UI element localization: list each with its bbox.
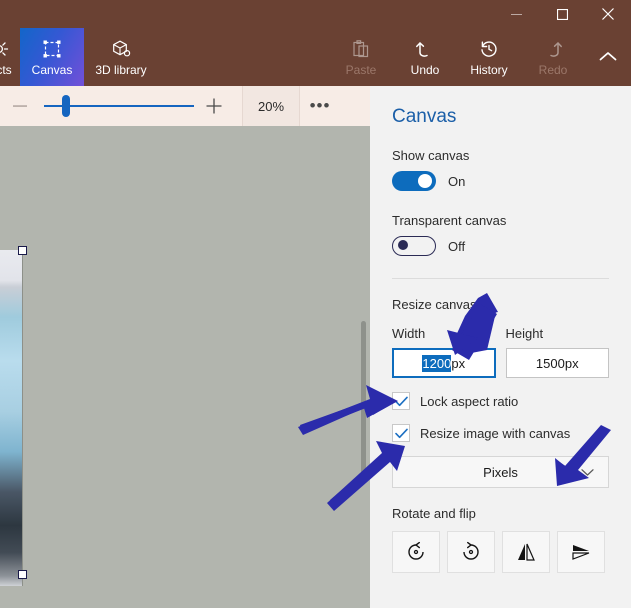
- vertical-scrollbar[interactable]: [361, 321, 366, 481]
- title-bar: [0, 0, 631, 28]
- rotate-and-flip-buttons: [392, 531, 609, 573]
- check-icon: [394, 396, 408, 406]
- zoom-toolbar: 20% •••: [0, 86, 370, 126]
- dimension-row: Width 1200 px Height 1500 px: [392, 326, 609, 378]
- close-button[interactable]: [585, 0, 631, 28]
- minus-icon: [13, 105, 27, 107]
- height-label: Height: [505, 326, 544, 341]
- plus-icon: [206, 98, 222, 114]
- height-input[interactable]: 1500 px: [505, 348, 609, 378]
- width-unit: px: [451, 355, 466, 371]
- minimize-icon: [510, 13, 522, 15]
- ribbon-item-canvas-label: Canvas: [31, 62, 73, 77]
- width-column: Width 1200 px: [392, 326, 496, 378]
- width-value: 1200: [422, 354, 452, 372]
- canvas-settings-panel: Canvas Show canvas On Transparent canvas…: [370, 86, 631, 608]
- canvas-icon: [42, 38, 62, 60]
- resize-canvas-label: Resize canvas: [392, 297, 477, 312]
- ribbon-item-paste[interactable]: Paste: [329, 28, 393, 86]
- lock-aspect-ratio-label: Lock aspect ratio: [420, 393, 519, 409]
- flip-horizontal-button[interactable]: [502, 531, 550, 573]
- selection-handle-bottom[interactable]: [18, 570, 27, 579]
- zoom-more-button[interactable]: •••: [300, 86, 340, 126]
- show-canvas-toggle[interactable]: [392, 171, 436, 191]
- window-controls: [493, 0, 631, 28]
- height-unit: px: [564, 355, 579, 371]
- canvas-selection-border: [22, 250, 23, 586]
- panel-title: Canvas: [392, 106, 457, 127]
- ribbon-item-history[interactable]: History: [457, 28, 521, 86]
- zoom-out-button[interactable]: [0, 86, 40, 126]
- transparent-canvas-state: Off: [448, 238, 466, 254]
- resize-image-with-canvas-row[interactable]: Resize image with canvas: [392, 424, 609, 442]
- toggle-knob: [418, 174, 432, 188]
- width-input[interactable]: 1200 px: [392, 348, 496, 378]
- show-canvas-state: On: [448, 173, 466, 189]
- rotate-right-icon: [463, 541, 479, 560]
- resize-image-with-canvas-label: Resize image with canvas: [420, 425, 571, 441]
- chevron-up-icon: [599, 52, 617, 61]
- ribbon-toolbar: fects Canvas: [0, 28, 631, 86]
- flip-horizontal-icon: [518, 543, 535, 561]
- lock-aspect-ratio-row[interactable]: Lock aspect ratio: [392, 392, 609, 410]
- undo-icon: [415, 38, 435, 60]
- ribbon-item-3d-library-label: 3D library: [95, 62, 147, 77]
- ribbon-item-redo[interactable]: Redo: [521, 28, 585, 86]
- effects-icon: [0, 38, 9, 60]
- flip-vertical-icon: [572, 545, 590, 560]
- transparent-canvas-label: Transparent canvas: [392, 213, 507, 228]
- canvas-work-area[interactable]: [0, 126, 370, 608]
- canvas-image[interactable]: [0, 250, 22, 586]
- ribbon-item-paste-label: Paste: [345, 62, 377, 77]
- check-icon: [394, 428, 408, 438]
- zoom-slider[interactable]: [44, 86, 194, 126]
- rotate-right-button[interactable]: [447, 531, 495, 573]
- minimize-button[interactable]: [493, 0, 539, 28]
- height-value: 1500: [535, 355, 565, 371]
- ribbon-item-history-label: History: [470, 62, 508, 77]
- height-column: Height 1500 px: [505, 326, 609, 378]
- rotate-left-icon: [408, 541, 424, 560]
- ribbon-item-effects-label: fects: [0, 62, 12, 77]
- ribbon-item-undo[interactable]: Undo: [393, 28, 457, 86]
- rotate-left-button[interactable]: [392, 531, 440, 573]
- transparent-canvas-toggle[interactable]: [392, 236, 436, 256]
- show-canvas-toggle-row: On: [392, 171, 609, 191]
- show-canvas-label: Show canvas: [392, 148, 470, 163]
- ribbon-item-redo-label: Redo: [538, 62, 568, 77]
- panel-divider: [392, 278, 609, 279]
- toggle-knob: [398, 240, 408, 250]
- history-icon: [479, 38, 499, 60]
- unit-select-value: Pixels: [483, 464, 518, 480]
- zoom-slider-thumb[interactable]: [62, 95, 70, 117]
- ribbon-item-3d-library[interactable]: 3D library: [84, 28, 158, 86]
- ribbon-item-effects[interactable]: fects: [0, 28, 20, 86]
- width-label: Width: [392, 326, 426, 341]
- zoom-in-button[interactable]: [194, 86, 234, 126]
- flip-vertical-button[interactable]: [557, 531, 605, 573]
- maximize-icon: [556, 8, 568, 20]
- redo-icon: [543, 38, 563, 60]
- chevron-down-icon: [581, 465, 594, 480]
- ribbon-left-group: fects Canvas: [0, 28, 158, 86]
- paste-icon: [351, 38, 371, 60]
- 3d-library-icon: [111, 38, 131, 60]
- lock-aspect-ratio-checkbox[interactable]: [392, 392, 410, 410]
- paint3d-window: fects Canvas: [0, 0, 631, 608]
- rotate-and-flip-label: Rotate and flip: [392, 506, 476, 521]
- ribbon-item-undo-label: Undo: [410, 62, 440, 77]
- ribbon-expand-button[interactable]: [585, 28, 631, 86]
- selection-handle-top[interactable]: [18, 246, 27, 255]
- maximize-button[interactable]: [539, 0, 585, 28]
- zoom-level-value[interactable]: 20%: [242, 86, 300, 126]
- resize-image-with-canvas-checkbox[interactable]: [392, 424, 410, 442]
- ribbon-right-group: Paste Undo History Redo: [329, 28, 631, 86]
- unit-select[interactable]: Pixels: [392, 456, 609, 488]
- ribbon-item-canvas[interactable]: Canvas: [20, 28, 84, 86]
- transparent-canvas-toggle-row: Off: [392, 236, 609, 256]
- close-icon: [602, 8, 614, 20]
